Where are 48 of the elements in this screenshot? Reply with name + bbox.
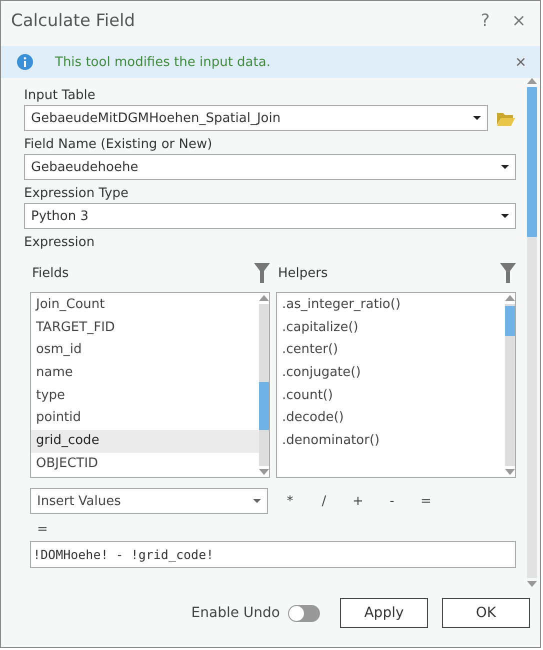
filter-icon[interactable] <box>254 263 270 283</box>
scrollbar[interactable] <box>526 78 537 587</box>
field-item[interactable]: pointid <box>31 407 259 430</box>
filter-icon[interactable] <box>500 263 516 283</box>
helper-item[interactable]: .capitalize() <box>277 316 505 340</box>
close-button[interactable]: × <box>508 11 530 31</box>
field-label: Input Table <box>24 88 96 103</box>
pane-title: Fields <box>32 266 69 280</box>
field-item[interactable]: osm_id <box>31 339 259 362</box>
field-item[interactable]: grid_code <box>31 430 259 453</box>
field-item[interactable]: OBJECTID <box>31 452 259 476</box>
window-title: Calculate Field <box>11 11 136 31</box>
dialog-button[interactable]: OK <box>442 598 530 628</box>
operator-button[interactable]: = <box>414 492 438 510</box>
field-item[interactable]: Join_Count <box>31 294 259 317</box>
helper-item[interactable]: .decode() <box>277 407 505 430</box>
scrollbar[interactable] <box>505 293 515 477</box>
folder-icon[interactable] <box>496 111 516 127</box>
input-table-dropdown[interactable]: GebaeudeMitDGMHoehen_Spatial_Join <box>24 105 488 131</box>
expression-field[interactable]: !DOMHoehe! - !grid_code! <box>30 541 516 568</box>
operator-button[interactable]: + <box>346 492 370 510</box>
field-name-dropdown[interactable]: Gebaeudehoehe <box>24 154 516 180</box>
helper-item[interactable]: .denominator() <box>277 430 505 453</box>
helper-item[interactable]: .center() <box>277 339 505 362</box>
field-item[interactable]: TARGET_FID <box>31 316 259 340</box>
dismiss-button[interactable]: × <box>509 50 532 74</box>
operator-button[interactable]: * <box>278 492 302 510</box>
helper-item[interactable]: .conjugate() <box>277 362 505 385</box>
helper-item[interactable]: .count() <box>277 384 505 408</box>
operator-button[interactable]: - <box>380 492 404 510</box>
dialog-button[interactable]: Apply <box>340 598 428 628</box>
info-message: This tool modifies the input data. <box>55 54 272 70</box>
pane-title: Helpers <box>278 266 328 280</box>
enable-undo-toggle[interactable] <box>288 604 320 622</box>
expression-type-dropdown[interactable]: Python 3 <box>24 203 516 229</box>
insert-values-dropdown[interactable]: Insert Values <box>30 488 268 514</box>
help-button[interactable]: ? <box>476 11 494 31</box>
scrollbar[interactable] <box>259 293 269 477</box>
assignment-label: = <box>37 522 49 537</box>
field-label: Field Name (Existing or New) <box>24 137 214 152</box>
section-label: Expression <box>24 235 96 250</box>
field-label: Expression Type <box>24 186 130 201</box>
field-item[interactable]: name <box>31 362 259 385</box>
field-item[interactable]: type <box>31 384 259 408</box>
toggle-label: Enable Undo <box>191 605 280 621</box>
helper-item[interactable]: .as_integer_ratio() <box>277 294 505 317</box>
operator-button[interactable]: / <box>312 492 336 510</box>
info-icon <box>17 54 33 70</box>
